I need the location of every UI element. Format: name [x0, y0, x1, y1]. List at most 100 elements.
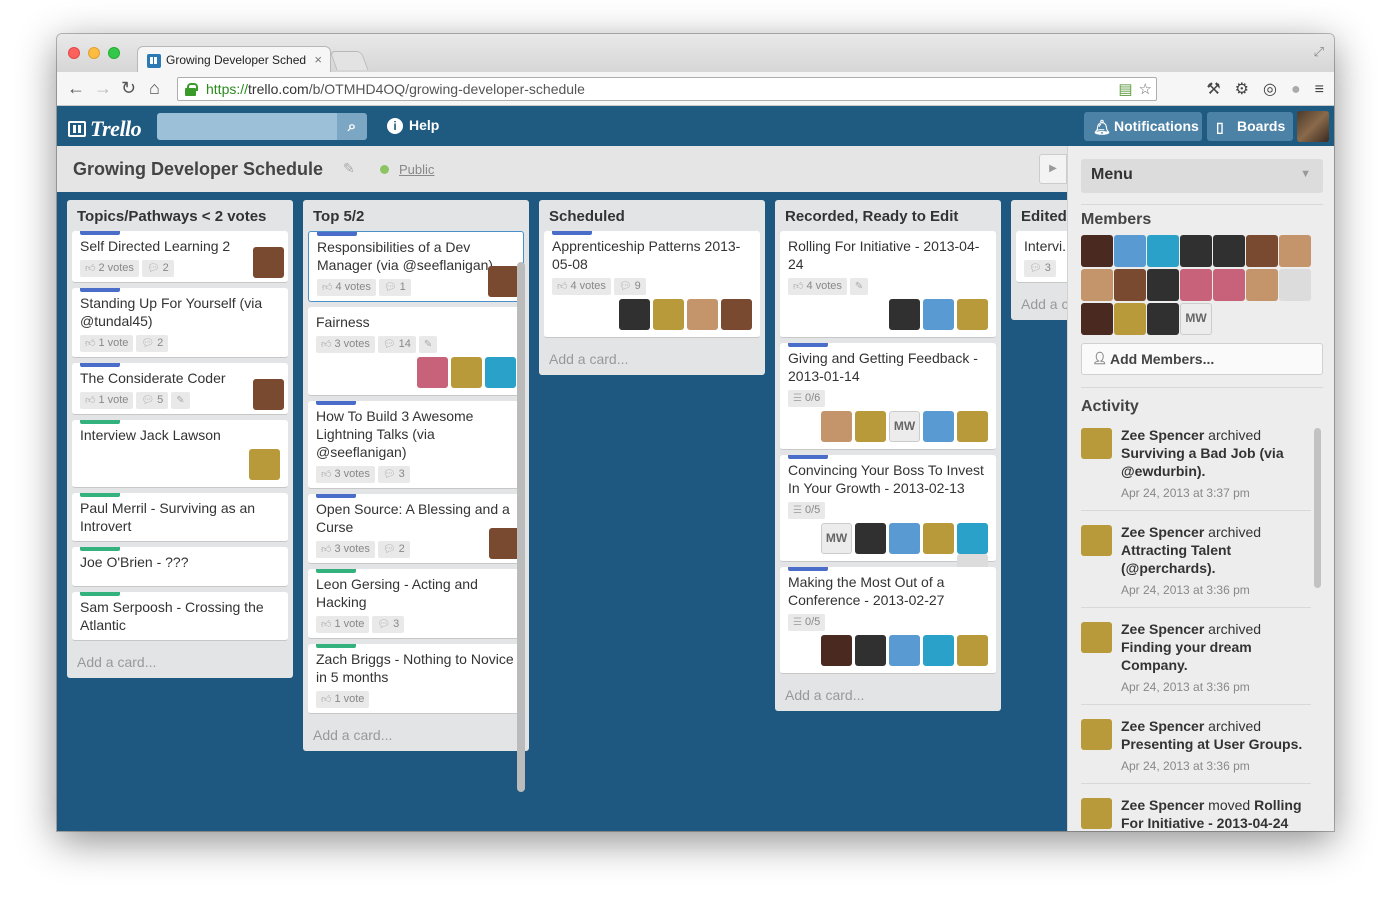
member-avatar[interactable]	[1147, 269, 1179, 301]
member-avatar[interactable]	[923, 299, 954, 330]
card[interactable]: Leon Gersing - Acting and Hacking 👍︎ 1 vot…	[308, 569, 524, 639]
board-title[interactable]: Growing Developer Schedule	[73, 159, 323, 180]
member-avatar[interactable]	[253, 379, 284, 410]
member-avatar[interactable]	[1180, 235, 1212, 267]
list-title[interactable]: Recorded, Ready to Edit	[780, 206, 996, 231]
member-avatar[interactable]	[417, 357, 448, 388]
member-avatar[interactable]	[1213, 269, 1245, 301]
user-avatar[interactable]	[1297, 111, 1329, 142]
add-card-link[interactable]: Add a card...	[544, 343, 760, 367]
member-avatar[interactable]	[957, 299, 988, 330]
search-icon[interactable]: ⌕	[337, 113, 367, 140]
card[interactable]: Intervi... 04-10 💬︎3	[1016, 231, 1067, 283]
card[interactable]: Zach Briggs - Nothing to Novice in 5 mon…	[308, 644, 524, 714]
member-avatar[interactable]	[653, 299, 684, 330]
wrench-icon[interactable]: ⚒	[1206, 81, 1220, 98]
member-avatar[interactable]	[619, 299, 650, 330]
member-avatar[interactable]	[923, 411, 954, 442]
tab-close-icon[interactable]: ×	[314, 52, 322, 67]
home-icon[interactable]: ⌂	[149, 78, 160, 98]
member-avatar[interactable]	[855, 411, 886, 442]
card[interactable]: Sam Serpoosh - Crossing the Atlantic	[72, 592, 288, 641]
card[interactable]: Joe O'Brien - ???	[72, 547, 288, 587]
list-title[interactable]: Edited	[1016, 206, 1067, 231]
list-title[interactable]: Topics/Pathways < 2 votes	[72, 206, 288, 231]
member-avatar[interactable]	[889, 523, 920, 554]
forward-icon[interactable]: →	[94, 78, 112, 98]
member-avatar[interactable]: MW	[889, 411, 920, 442]
member-avatar[interactable]	[889, 635, 920, 666]
member-avatar[interactable]	[485, 357, 516, 388]
activity-target[interactable]: Surviving a Bad Job (via @ewdurbin).	[1121, 445, 1284, 479]
member-avatar[interactable]	[1081, 269, 1113, 301]
activity-user[interactable]: Zee Spencer	[1121, 427, 1204, 443]
member-avatar[interactable]	[1081, 235, 1113, 267]
member-avatar[interactable]	[488, 266, 519, 297]
add-card-link[interactable]: Add a card...	[1016, 288, 1067, 312]
member-avatar[interactable]	[889, 299, 920, 330]
member-avatar[interactable]	[1081, 719, 1112, 750]
member-avatar[interactable]	[957, 411, 988, 442]
close-window-button[interactable]	[68, 47, 80, 59]
help-link[interactable]: i Help	[387, 117, 439, 134]
member-avatar[interactable]	[1246, 269, 1278, 301]
member-avatar[interactable]	[1081, 428, 1112, 459]
card[interactable]: How To Build 3 Awesome Lightning Talks (…	[308, 401, 524, 489]
add-card-link[interactable]: Add a card...	[308, 719, 524, 743]
browser-tab[interactable]: Growing Developer Schedule ×	[137, 46, 331, 73]
member-avatar[interactable]	[1114, 303, 1146, 335]
member-avatar[interactable]	[923, 523, 954, 554]
menu-button[interactable]: Menu ▼	[1081, 159, 1323, 193]
trello-logo[interactable]: Trello	[68, 116, 142, 142]
member-avatar[interactable]	[721, 299, 752, 330]
activity-user[interactable]: Zee Spencer	[1121, 718, 1204, 734]
sidebar-scrollbar[interactable]	[1314, 428, 1321, 588]
member-avatar[interactable]	[451, 357, 482, 388]
member-avatar[interactable]	[1147, 235, 1179, 267]
card[interactable]: Interview Jack Lawson	[72, 420, 288, 488]
member-avatar[interactable]	[821, 411, 852, 442]
member-avatar[interactable]	[957, 523, 988, 554]
sync-icon[interactable]: ◎	[1263, 81, 1277, 98]
member-avatar[interactable]	[1081, 303, 1113, 335]
member-avatar[interactable]	[253, 247, 284, 278]
card[interactable]: Self Directed Learning 2 👍︎ 2 votes 💬︎ 2	[72, 231, 288, 283]
member-avatar[interactable]	[1279, 269, 1311, 301]
member-avatar[interactable]: MW	[821, 523, 852, 554]
member-avatar[interactable]	[1180, 269, 1212, 301]
member-avatar[interactable]	[687, 299, 718, 330]
card[interactable]: Standing Up For Yourself (via @tundal45)…	[72, 288, 288, 358]
member-avatar[interactable]	[855, 635, 886, 666]
card[interactable]: Responsibilities of a Dev Manager (via @…	[308, 231, 524, 302]
back-icon[interactable]: ←	[67, 78, 85, 98]
card[interactable]: Apprenticeship Patterns 2013-05-08 👍︎ 4 vo…	[544, 231, 760, 338]
gear-icon[interactable]: ⚙	[1235, 81, 1249, 98]
member-avatar[interactable]	[923, 635, 954, 666]
android-icon[interactable]: ●	[1291, 81, 1301, 98]
member-avatar[interactable]	[855, 523, 886, 554]
member-avatar[interactable]	[1081, 622, 1112, 653]
member-avatar[interactable]	[1081, 798, 1112, 829]
activity-target[interactable]: Finding your dream Company.	[1121, 639, 1252, 673]
chrome-menu-icon[interactable]: ≡	[1315, 81, 1324, 98]
fullscreen-icon[interactable]: ⤢	[1314, 44, 1324, 60]
member-avatar[interactable]	[957, 635, 988, 666]
activity-target[interactable]: Attracting Talent (@perchards).	[1121, 542, 1231, 576]
member-avatar[interactable]: MW	[1180, 303, 1212, 335]
activity-user[interactable]: Zee Spencer	[1121, 797, 1204, 813]
member-avatar[interactable]	[489, 528, 520, 559]
add-card-link[interactable]: Add a card...	[780, 679, 996, 703]
list-title[interactable]: Scheduled	[544, 206, 760, 231]
bookmark-star-icon[interactable]: ☆	[1139, 81, 1152, 98]
search-input[interactable]	[157, 113, 337, 140]
new-tab-button[interactable]	[329, 51, 369, 70]
boards-button[interactable]: ▯ Boards	[1207, 112, 1293, 141]
card[interactable]: The Considerate Coder 👍︎ 1 vote 💬︎ 5 ✎	[72, 363, 288, 415]
list-scrollbar[interactable]	[517, 262, 525, 792]
address-bar[interactable]: https://trello.com/b/OTMHD4OQ/growing-de…	[177, 77, 1157, 101]
add-members-button[interactable]: 👤︎ Add Members...	[1081, 343, 1323, 375]
card[interactable]: Giving and Getting Feedback - 2013-01-14…	[780, 343, 996, 450]
member-avatar[interactable]	[1081, 525, 1112, 556]
card[interactable]: Open Source: A Blessing and a Curse 👍︎ 3 v…	[308, 494, 524, 564]
activity-target[interactable]: Presenting at User Groups.	[1121, 736, 1302, 752]
